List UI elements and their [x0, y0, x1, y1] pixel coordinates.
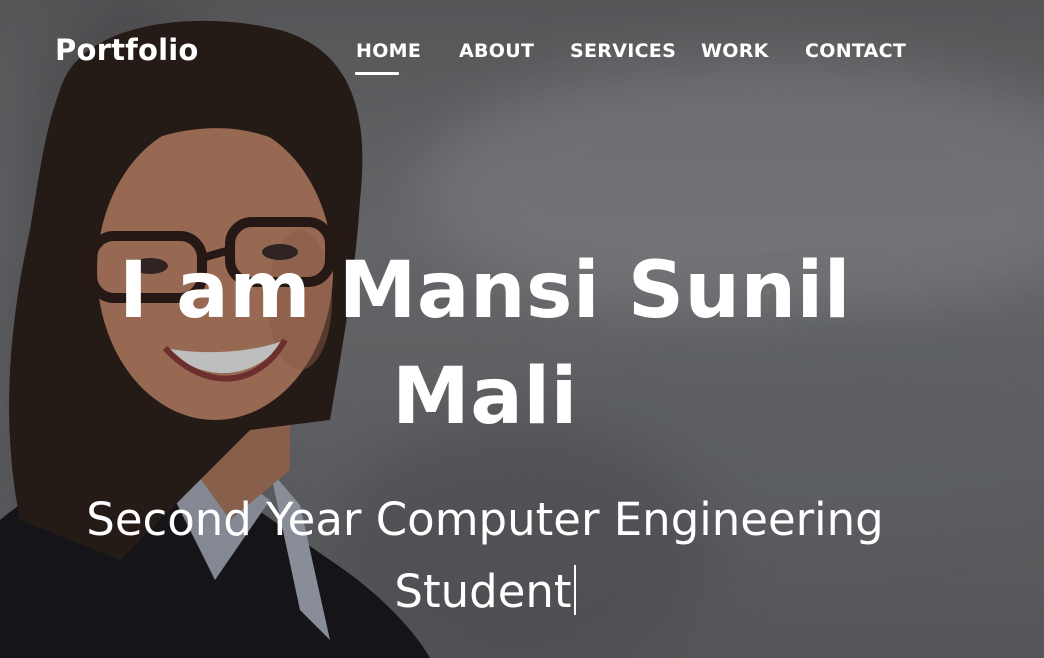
- nav-work[interactable]: WORK: [701, 40, 769, 62]
- hero-subtitle: Second Year Computer Engineering Student: [60, 484, 910, 628]
- hero-headline: I am Mansi Sunil Mali: [118, 246, 852, 442]
- hero-content: I am Mansi Sunil Mali Second Year Comput…: [60, 238, 910, 628]
- nav-contact[interactable]: CONTACT: [805, 40, 906, 62]
- nav-services[interactable]: SERVICES: [570, 40, 676, 62]
- top-navbar: Portfolio HOME ABOUT SERVICES WORK CONTA…: [0, 0, 1044, 100]
- nav-about[interactable]: ABOUT: [459, 40, 534, 62]
- hero-subtitle-text: Second Year Computer Engineering Student: [86, 493, 884, 618]
- typing-cursor: [573, 565, 576, 615]
- nav-home[interactable]: HOME: [356, 40, 421, 62]
- nav-active-underline: [355, 72, 399, 75]
- hero-section: Portfolio HOME ABOUT SERVICES WORK CONTA…: [0, 0, 1044, 658]
- brand-logo[interactable]: Portfolio: [55, 33, 199, 67]
